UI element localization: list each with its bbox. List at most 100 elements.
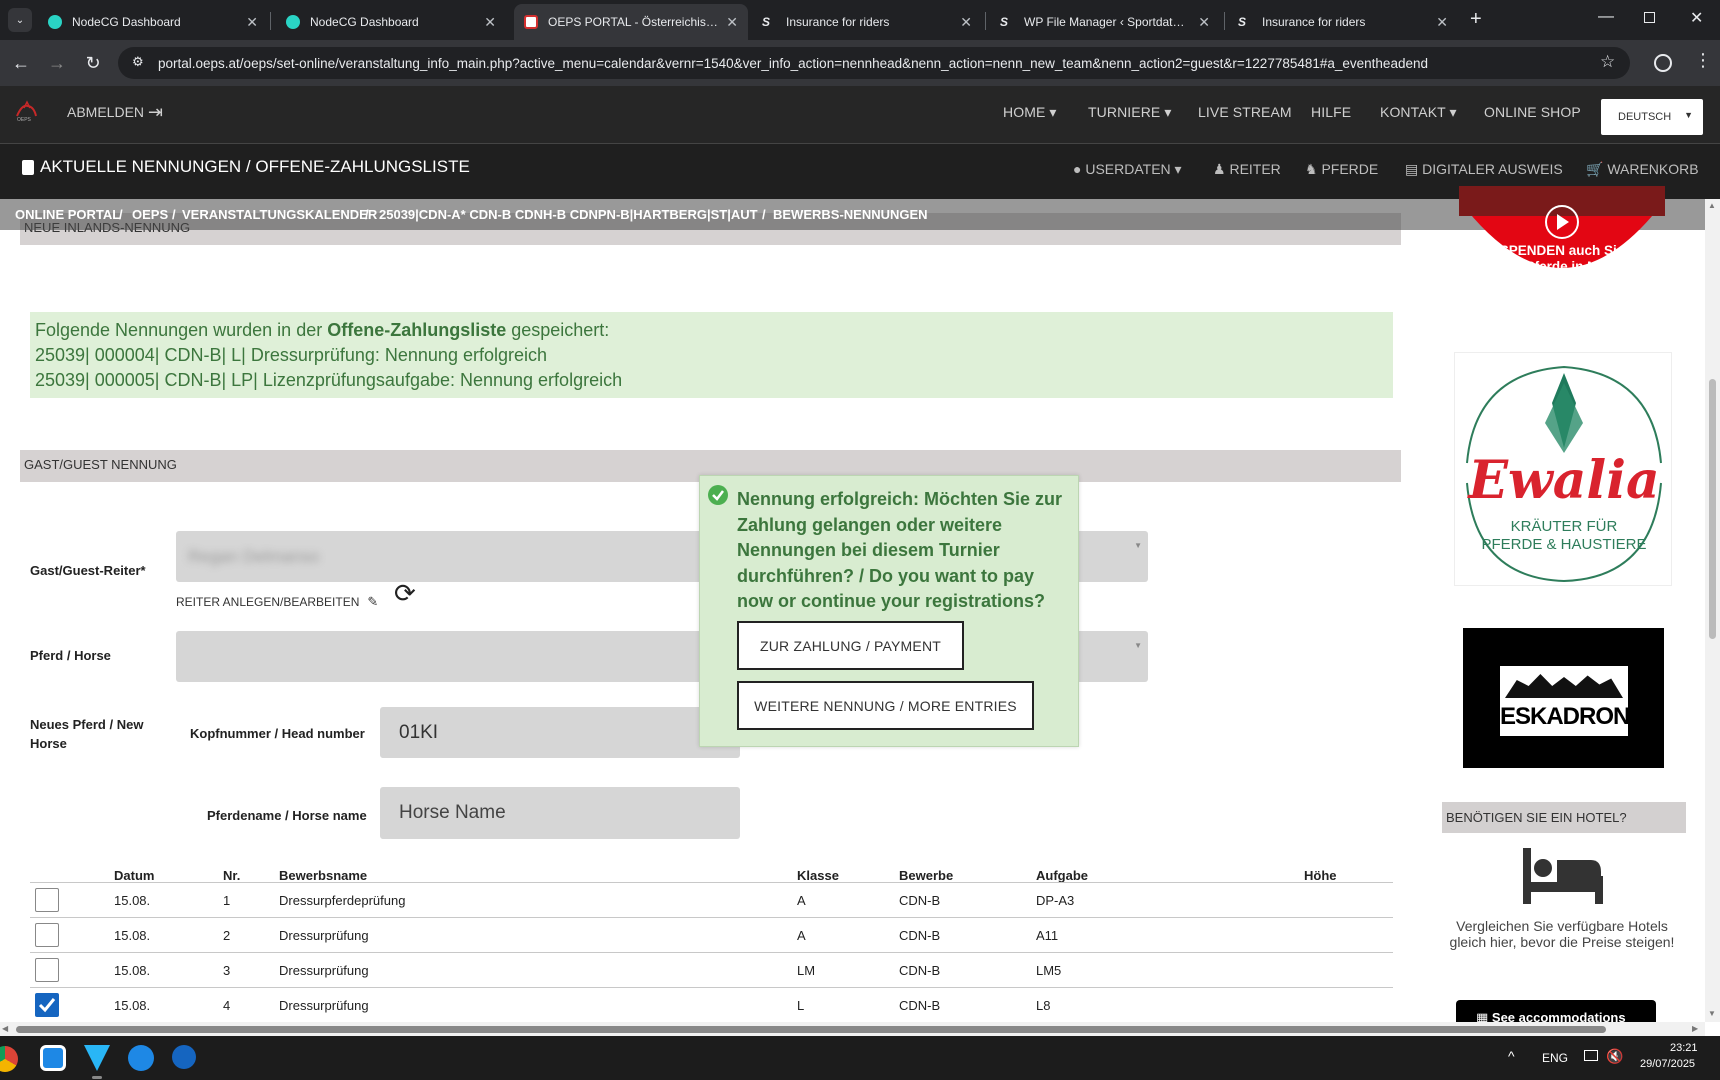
breadcrumb-item[interactable]: OEPS bbox=[132, 207, 168, 222]
new-tab-icon[interactable]: + bbox=[1470, 8, 1482, 31]
col-header-datum: Datum bbox=[114, 868, 155, 883]
horse-name-input[interactable]: Horse Name bbox=[380, 787, 740, 839]
tab-list-button[interactable]: ⌄ bbox=[8, 8, 32, 32]
browser-menu-icon[interactable]: ⋮ bbox=[1694, 50, 1712, 70]
minimize-icon[interactable]: — bbox=[1598, 8, 1614, 26]
scroll-up-icon[interactable]: ▲ bbox=[1708, 201, 1716, 210]
volume-muted-icon[interactable]: 🔇 bbox=[1606, 1048, 1623, 1065]
check-circle-icon bbox=[708, 485, 728, 505]
clock-time[interactable]: 23:21 bbox=[1670, 1042, 1698, 1054]
subnav-userdaten[interactable]: ● USERDATEN ▾ bbox=[1073, 161, 1182, 178]
hotel-text: Vergleichen Sie verfügbare Hotels gleich… bbox=[1449, 918, 1675, 950]
nav-home[interactable]: HOME ▾ bbox=[1003, 104, 1057, 121]
row-checkbox[interactable] bbox=[35, 923, 59, 947]
app-icon-2[interactable] bbox=[84, 1045, 110, 1071]
language-select[interactable]: DEUTSCH ▼ bbox=[1601, 99, 1703, 135]
horse-label: Pferd / Horse bbox=[30, 648, 111, 663]
caret-down-icon: ▼ bbox=[1134, 541, 1142, 550]
browser-tab[interactable]: S WP File Manager ‹ Sportdata — WordPres… bbox=[990, 4, 1220, 40]
horizontal-scrollbar[interactable]: ◀ ▶ bbox=[0, 1022, 1705, 1036]
registration-success-dialog: Nennung erfolgreich: Möchten Sie zur Zah… bbox=[699, 475, 1079, 747]
browser-tab[interactable]: NodeCG Dashboard ✕ bbox=[276, 4, 506, 40]
clock-date[interactable]: 29/07/2025 bbox=[1640, 1058, 1695, 1070]
row-checkbox-checked[interactable] bbox=[35, 993, 59, 1017]
horse-head-icon: ♞ bbox=[1305, 161, 1318, 177]
row-checkbox[interactable] bbox=[35, 958, 59, 982]
restore-icon[interactable] bbox=[1644, 12, 1655, 23]
table-row[interactable]: 15.08. 4 Dressurprüfung L CDN-B L8 bbox=[30, 987, 1393, 1022]
table-row[interactable]: 15.08. 3 Dressurprüfung LM CDN-B LM5 bbox=[30, 952, 1393, 987]
breadcrumb-item[interactable]: 25039|CDN-A* CDN-B CDNH-B CDNPN-B|HARTBE… bbox=[379, 207, 758, 222]
nav-online-shop[interactable]: ONLINE SHOP bbox=[1484, 104, 1581, 120]
oeps-logo[interactable]: OEPS bbox=[14, 100, 40, 123]
eskadron-ad[interactable]: ESKADRON bbox=[1463, 628, 1664, 768]
network-icon[interactable] bbox=[1584, 1050, 1598, 1061]
scroll-left-icon[interactable]: ◀ bbox=[2, 1024, 8, 1033]
scroll-right-icon[interactable]: ▶ bbox=[1692, 1024, 1698, 1033]
new-horse-label: Neues Pferd / New Horse bbox=[30, 717, 144, 751]
breadcrumb-item[interactable]: VERANSTALTUNGSKALENDER bbox=[182, 207, 377, 222]
close-tab-icon[interactable]: ✕ bbox=[726, 14, 738, 31]
cart-icon: 🛒 bbox=[1586, 161, 1604, 177]
site-info-icon[interactable]: ⚙ bbox=[132, 54, 144, 70]
profile-icon[interactable] bbox=[1654, 54, 1672, 72]
browser-tab-active[interactable]: OEPS PORTAL - Österreichischer Pferdespo… bbox=[514, 4, 748, 40]
reload-icon[interactable]: ↻ bbox=[80, 50, 106, 76]
app-icon-4[interactable] bbox=[172, 1045, 196, 1069]
chrome-icon[interactable] bbox=[0, 1046, 18, 1072]
dialog-message: Nennung erfolgreich: Möchten Sie zur Zah… bbox=[737, 489, 1063, 611]
subnav-digitaler-ausweis[interactable]: ▤ DIGITALER AUSWEIS bbox=[1405, 161, 1563, 178]
close-window-icon[interactable]: ✕ bbox=[1690, 8, 1703, 28]
chevron-up-icon[interactable]: ^ bbox=[1508, 1048, 1515, 1064]
close-tab-icon[interactable]: ✕ bbox=[246, 14, 258, 31]
breadcrumb-item[interactable]: BEWERBS-NENNUNGEN bbox=[773, 207, 928, 222]
vertical-scrollbar[interactable]: ▲ ▼ bbox=[1705, 199, 1720, 1022]
caret-down-icon: ▼ bbox=[1134, 641, 1142, 650]
app-icon-1[interactable] bbox=[40, 1045, 66, 1071]
head-number-input[interactable]: 01KI bbox=[380, 707, 740, 758]
scroll-down-icon[interactable]: ▼ bbox=[1708, 1009, 1716, 1018]
nav-turniere[interactable]: TURNIERE ▾ bbox=[1088, 104, 1171, 121]
logout-link[interactable]: ABMELDEN ⇥ bbox=[67, 103, 163, 121]
subnav-pferde[interactable]: ♞ PFERDE bbox=[1305, 161, 1378, 178]
rider-select-value: Regan Delmanso bbox=[188, 547, 320, 566]
donate-banner[interactable]: SPENDEN auch Sie für Pferde in NOT! bbox=[1459, 186, 1665, 300]
site-navbar bbox=[0, 86, 1720, 144]
nav-kontakt[interactable]: KONTAKT ▾ bbox=[1380, 104, 1457, 121]
table-row[interactable]: 15.08. 1 Dressurpferdeprüfung A CDN-B DP… bbox=[30, 882, 1393, 917]
subnav-warenkorb[interactable]: 🛒 WARENKORB bbox=[1586, 161, 1699, 178]
ewalia-ad[interactable]: Ewalia KRÄUTER FÜR PFERDE & HAUSTIERE bbox=[1454, 352, 1672, 586]
app-icon-3[interactable] bbox=[128, 1045, 154, 1071]
nav-live-stream[interactable]: LIVE STREAM bbox=[1198, 104, 1292, 120]
row-checkbox[interactable] bbox=[35, 888, 59, 912]
address-bar[interactable]: ⚙ portal.oeps.at/oeps/set-online/veranst… bbox=[118, 47, 1630, 79]
close-tab-icon[interactable]: ✕ bbox=[1436, 14, 1448, 31]
back-icon[interactable]: ← bbox=[8, 50, 34, 76]
taskbar-active-indicator bbox=[92, 1076, 102, 1079]
close-tab-icon[interactable]: ✕ bbox=[1198, 14, 1210, 31]
scroll-thumb[interactable] bbox=[16, 1026, 1606, 1033]
oeps-favicon-icon bbox=[524, 15, 538, 29]
browser-tab[interactable]: S Insurance for riders ✕ bbox=[752, 4, 982, 40]
bookmark-star-icon[interactable]: ☆ bbox=[1600, 52, 1615, 72]
payment-button[interactable]: ZUR ZAHLUNG / PAYMENT bbox=[737, 621, 964, 670]
refresh-icon[interactable]: ⟳ bbox=[394, 580, 416, 606]
browser-tab[interactable]: S Insurance for riders ✕ bbox=[1228, 4, 1458, 40]
see-accommodations-button[interactable]: ▦ See accommodations bbox=[1456, 1000, 1656, 1022]
breadcrumb-item[interactable]: ONLINE PORTAL bbox=[15, 207, 120, 222]
forward-icon[interactable]: → bbox=[44, 50, 70, 76]
subnav-reiter[interactable]: ♟ REITER bbox=[1213, 161, 1281, 178]
clipboard-icon bbox=[22, 159, 34, 175]
nodecg-icon bbox=[286, 15, 300, 29]
browser-tab[interactable]: NodeCG Dashboard ✕ bbox=[38, 4, 268, 40]
table-row[interactable]: 15.08. 2 Dressurprüfung A CDN-B A11 bbox=[30, 917, 1393, 952]
rider-edit-link[interactable]: REITER ANLEGEN/BEARBEITEN ✎ bbox=[176, 594, 378, 610]
close-tab-icon[interactable]: ✕ bbox=[484, 14, 496, 31]
col-header-klasse: Klasse bbox=[797, 868, 839, 883]
scroll-thumb[interactable] bbox=[1709, 379, 1716, 639]
nav-hilfe[interactable]: HILFE bbox=[1311, 104, 1351, 120]
input-language[interactable]: ENG bbox=[1542, 1051, 1568, 1065]
more-entries-button[interactable]: WEITERE NENNUNG / MORE ENTRIES bbox=[737, 681, 1034, 730]
sportdata-icon: S bbox=[1238, 15, 1247, 29]
close-tab-icon[interactable]: ✕ bbox=[960, 14, 972, 31]
